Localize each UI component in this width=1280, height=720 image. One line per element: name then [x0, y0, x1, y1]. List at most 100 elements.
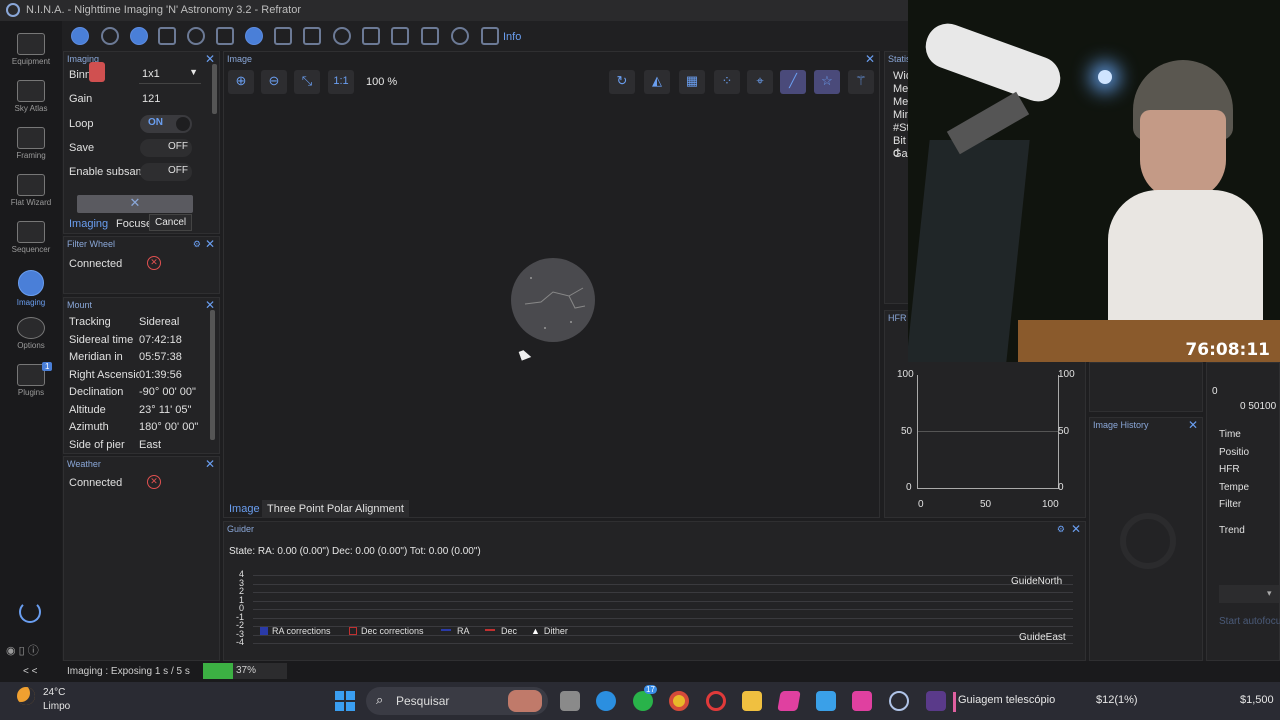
sidebar-item-sequencer[interactable]: Sequencer — [0, 221, 62, 254]
autofocus-dropdown[interactable]: ▾ — [1219, 585, 1279, 603]
nina-taskbar-icon[interactable] — [889, 691, 909, 711]
close-icon[interactable]: ✕ — [865, 52, 875, 66]
close-icon[interactable]: ✕ — [1188, 418, 1198, 432]
guider-legend-item: Dec corrections — [349, 626, 424, 636]
x-tick: 0 — [918, 499, 924, 510]
flip-icon[interactable]: ◭ — [644, 70, 670, 94]
grid-icon[interactable]: ▦ — [679, 70, 705, 94]
sidebar-item-equipment[interactable]: Equipment — [0, 33, 62, 66]
price-change: $12(1%) — [1096, 694, 1138, 706]
settings-icon[interactable]: ⚙ — [1057, 524, 1065, 535]
binning-select[interactable]: 1x1 ▼ — [139, 66, 201, 84]
bulb-icon[interactable] — [451, 27, 469, 45]
fit-to-screen-icon[interactable]: ⤡ — [294, 70, 320, 94]
sidebar: Equipment Sky Atlas Framing Flat Wizard … — [0, 21, 62, 661]
cancel-exposure-button[interactable]: ✕ — [77, 195, 193, 213]
whatsapp-badge: 17 — [644, 685, 657, 694]
guide-east-label: GuideEast — [1019, 632, 1066, 643]
tab-image[interactable]: Image — [229, 503, 260, 515]
legend-swatch — [349, 627, 357, 635]
pulse-icon[interactable] — [421, 27, 439, 45]
camera-panel-icon[interactable] — [71, 27, 89, 45]
focuser-mini-panel — [1089, 362, 1203, 412]
loop-label: Loop — [69, 118, 94, 130]
one-to-one-button[interactable]: 1:1 — [328, 70, 354, 94]
taskbar: 24°C Limpo ⌕ Pesquisar 17 Guiagem telesc… — [0, 682, 1280, 720]
sidebar-item-imaging[interactable]: Imaging — [0, 270, 62, 307]
collapse-sidebar-button[interactable]: < < — [23, 666, 37, 677]
scrollbar[interactable] — [212, 64, 217, 114]
dome-icon[interactable] — [333, 27, 351, 45]
moon-glow — [1098, 70, 1112, 84]
sync-app-icon[interactable] — [816, 691, 836, 711]
chrome-icon[interactable] — [669, 691, 689, 711]
connected-label: Connected — [69, 477, 123, 489]
weather-desc: Limpo — [43, 701, 71, 712]
close-icon[interactable]: ✕ — [1071, 522, 1081, 536]
star-icon[interactable]: ☆ — [814, 70, 840, 94]
edge-icon[interactable] — [596, 691, 616, 711]
list-icon[interactable] — [274, 27, 292, 45]
settings-icon[interactable]: ⚙ — [193, 239, 201, 250]
mount-row-label: Right Ascension — [69, 368, 139, 381]
progress-fill — [203, 663, 234, 679]
crosshair-icon[interactable]: ⌖ — [747, 70, 773, 94]
power-icon[interactable] — [19, 601, 41, 623]
legend-swatch — [485, 629, 495, 631]
tab-polar-alignment[interactable]: Three Point Polar Alignment — [262, 500, 409, 518]
sidebar-item-label: Sequencer — [11, 245, 51, 254]
task-view-icon[interactable] — [560, 691, 580, 711]
subsample-toggle[interactable]: OFF — [140, 163, 192, 181]
time-label: Time — [1219, 429, 1241, 440]
measure-icon[interactable]: ╱ — [780, 70, 806, 94]
guider-icon[interactable] — [216, 27, 234, 45]
start-autofocus-button[interactable]: Start autofocus — [1219, 616, 1280, 627]
sidebar-item-options[interactable]: Options — [0, 317, 62, 350]
taskbar-search[interactable]: ⌕ Pesquisar — [366, 687, 548, 715]
zoom-in-icon[interactable]: ⊕ — [228, 70, 254, 94]
telescope-icon[interactable] — [130, 27, 148, 45]
file-explorer-icon[interactable] — [742, 691, 762, 711]
close-icon[interactable]: ✕ — [205, 457, 215, 471]
crosshair-dots-icon[interactable]: ⁘ — [714, 70, 740, 94]
shield-icon[interactable] — [481, 27, 499, 45]
rotator-icon[interactable] — [187, 27, 205, 45]
save-toggle[interactable]: OFF — [140, 139, 192, 157]
image-panel: Image ✕ 100 % Image Three Point Polar Al… — [223, 51, 880, 518]
sidebar-item-framing[interactable]: Framing — [0, 127, 62, 160]
sidebar-item-plugins[interactable]: Plugins 1 — [0, 362, 62, 397]
onenote-icon[interactable] — [777, 691, 801, 711]
sliders-icon[interactable] — [303, 27, 321, 45]
rotate-icon[interactable]: ↻ — [609, 70, 635, 94]
whatsapp-icon[interactable]: 17 — [633, 685, 657, 711]
loop-toggle[interactable]: ON — [140, 115, 192, 133]
opera-icon[interactable] — [706, 691, 726, 711]
target-icon[interactable] — [245, 27, 263, 45]
wand-icon[interactable]: ⚚ — [848, 70, 874, 94]
house-icon[interactable] — [362, 27, 380, 45]
zoom-out-icon[interactable]: ⊖ — [261, 70, 287, 94]
guider-gridline — [253, 575, 1073, 576]
close-icon[interactable]: ✕ — [205, 237, 215, 251]
stellarium-icon[interactable] — [926, 691, 946, 711]
x-tick: 100 — [1042, 499, 1059, 510]
focus-icon[interactable] — [158, 27, 176, 45]
filter-wheel-icon[interactable] — [101, 27, 119, 45]
legend-label: RA — [457, 626, 470, 636]
binning-value: 1x1 — [142, 68, 160, 80]
mouse-cursor — [518, 348, 532, 361]
bar-chart-icon[interactable] — [391, 27, 409, 45]
sidebar-item-flat-wizard[interactable]: Flat Wizard — [0, 174, 62, 207]
sidebar-item-sky-atlas[interactable]: Sky Atlas — [0, 80, 62, 113]
axis-x: 0 50100 — [1240, 401, 1277, 412]
scrollbar[interactable] — [210, 310, 215, 440]
gain-input[interactable]: 121 — [142, 93, 160, 105]
status-text: Imaging : Exposing 1 s / 5 s — [67, 666, 190, 677]
info-label[interactable]: Info — [503, 31, 521, 43]
tab-imaging[interactable]: Imaging — [69, 218, 108, 230]
pink-app-icon[interactable] — [852, 691, 872, 711]
active-indicator — [953, 692, 956, 712]
disconnected-icon: ✕ — [147, 475, 161, 489]
gain-label: Gain — [69, 93, 93, 105]
windows-start-icon[interactable] — [335, 691, 355, 711]
